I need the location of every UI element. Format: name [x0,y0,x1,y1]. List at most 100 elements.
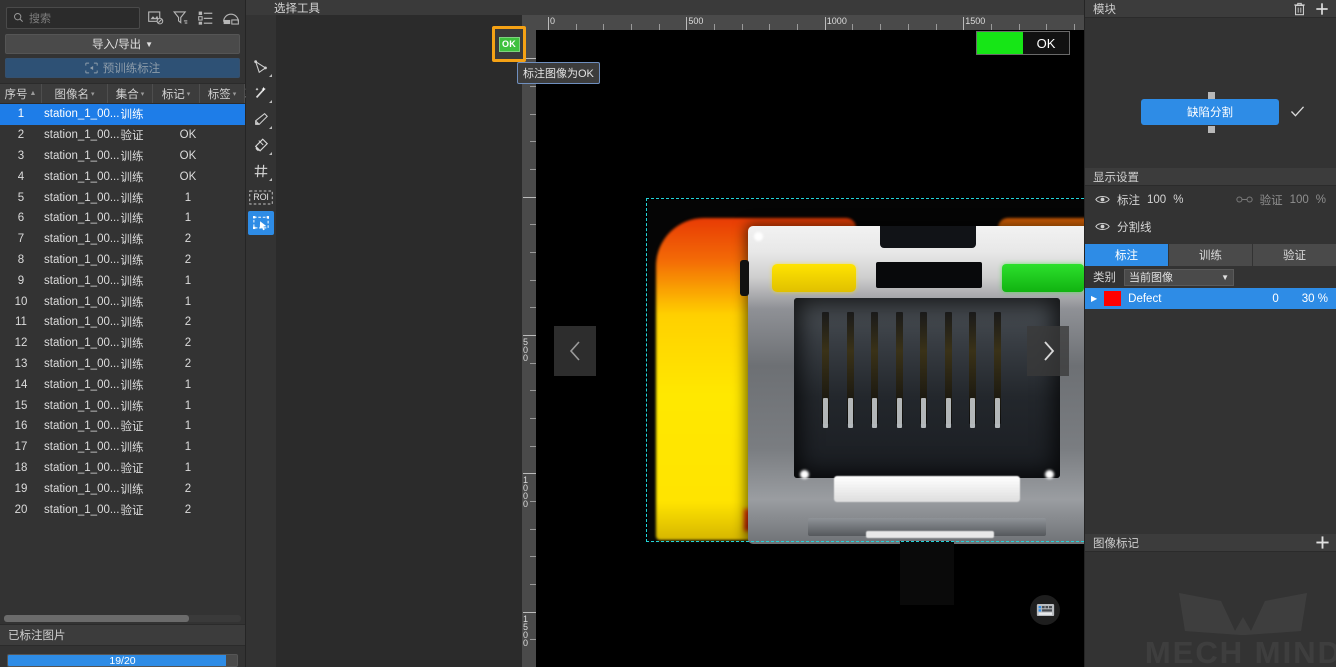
ruler-label: 500 [523,337,529,363]
table-row[interactable]: 13 station_1_00... 训练 2 [0,354,245,375]
row-image-name: station_1_00... [44,337,120,350]
table-row[interactable]: 4 station_1_00... 训练 OK [0,166,245,187]
row-mark: 1 [184,378,192,391]
grid-tool[interactable] [248,159,274,183]
ruler-label: 500 [688,16,704,26]
canvas-area: 选择工具 ROI OK 标注图像为OK 0 500 1000 1500 500 … [246,0,1084,667]
row-image-name: station_1_00... [44,295,120,308]
defect-list-item[interactable]: ▶ Defect 0 30 % [1085,288,1336,309]
polygon-tool[interactable] [248,55,274,79]
layout-view-icon[interactable] [221,8,240,27]
validation-opacity-value[interactable]: 100 [1290,194,1309,206]
next-image-button[interactable] [1027,326,1069,376]
plus-icon[interactable] [1314,535,1330,551]
ruler-major-tick [824,17,826,30]
module-graph-area[interactable]: 缺陷分割 [1085,18,1336,168]
image-pin-highlight [872,398,877,428]
table-row[interactable]: 9 station_1_00... 训练 1 [0,270,245,291]
image-filter-icon[interactable] [146,8,165,27]
eye-icon[interactable] [1095,194,1110,205]
row-tag [211,166,245,187]
image-viewport[interactable]: OK [536,30,1084,667]
magic-wand-tool[interactable] [248,81,274,105]
import-export-button[interactable]: 导入/导出 ▼ [5,34,240,54]
search-input[interactable]: 搜索 [6,6,140,29]
table-row[interactable]: 11 station_1_00... 训练 2 [0,312,245,333]
select-tool[interactable] [248,211,274,235]
category-select[interactable]: 当前图像 ▼ [1124,268,1234,286]
table-row[interactable]: 1 station_1_00... 训练 [0,104,245,125]
row-tag [211,250,245,271]
column-header-set[interactable]: 集合 ▾ [108,84,153,103]
table-row[interactable]: 8 station_1_00... 训练 2 [0,250,245,271]
column-header-imagename[interactable]: 图像名 ▾ [42,84,108,103]
row-mark: 1 [184,274,192,287]
image-table-body[interactable]: 1 station_1_00... 训练 2 station_1_00... 验证 OK 3 s… [0,104,245,612]
plus-icon[interactable] [1314,1,1330,17]
tab-training[interactable]: 训练 [1169,244,1253,266]
module-node-handle-top[interactable] [1208,92,1215,99]
image-pin-highlight [921,398,926,428]
tab-annotation[interactable]: 标注 [1085,244,1169,266]
keyboard-shortcuts-button[interactable] [1030,595,1060,625]
table-row[interactable]: 6 station_1_00... 训练 1 [0,208,245,229]
table-row[interactable]: 16 station_1_00... 验证 1 [0,416,245,437]
row-image-name: station_1_00... [44,129,120,142]
table-row[interactable]: 5 station_1_00... 训练 1 [0,187,245,208]
mech-mind-logo-icon [1179,593,1308,635]
roi-tool[interactable]: ROI [248,185,274,209]
table-row[interactable]: 15 station_1_00... 训练 1 [0,395,245,416]
table-row[interactable]: 2 station_1_00... 验证 OK [0,125,245,146]
module-panel-title: 模块 [1093,3,1116,16]
module-node-handle-bottom[interactable] [1208,126,1215,133]
table-row[interactable]: 12 station_1_00... 训练 2 [0,333,245,354]
annotation-toolbar: ROI [246,15,276,667]
image-table-hscrollbar[interactable] [0,612,245,624]
ruler-label: 1000 [826,16,847,26]
row-set: 训练 [120,317,144,330]
expand-triangle-icon[interactable]: ▶ [1091,294,1097,303]
row-tag [211,478,245,499]
row-set: 训练 [120,400,144,413]
trash-icon[interactable] [1291,1,1307,17]
table-row[interactable]: 10 station_1_00... 训练 1 [0,291,245,312]
image-top-notch [880,226,976,248]
column-header-mark[interactable]: 标记 ▾ [153,84,200,103]
column-header-index[interactable]: 序号 ▲ [0,84,42,103]
tab-validation[interactable]: 验证 [1253,244,1336,266]
funnel-filter-icon[interactable] [171,8,190,27]
link-icon[interactable] [1235,195,1253,204]
annotation-opacity-unit: % [1173,193,1184,206]
list-view-icon[interactable] [196,8,215,27]
defect-color-swatch[interactable] [1104,291,1122,306]
image-dark-slot [876,262,982,288]
hscroll-track[interactable] [4,614,241,622]
roi-label: ROI [253,192,269,202]
table-row[interactable]: 14 station_1_00... 训练 1 [0,374,245,395]
row-tag [211,458,245,479]
eraser-tool[interactable] [248,133,274,157]
image-mark-header: 图像标记 [1085,534,1336,552]
row-index: 5 [17,191,25,204]
brush-tool[interactable] [248,107,274,131]
label-ok-tool[interactable]: OK [492,26,526,62]
row-image-name: station_1_00... [44,274,120,287]
eye-icon[interactable] [1095,221,1110,232]
annotation-opacity-value[interactable]: 100 [1147,194,1166,206]
image-specular-lowleft [800,470,809,479]
table-row[interactable]: 7 station_1_00... 训练 2 [0,229,245,250]
table-row[interactable]: 19 station_1_00... 训练 2 [0,478,245,499]
table-row[interactable]: 17 station_1_00... 训练 1 [0,437,245,458]
defect-count: 0 [1272,292,1279,305]
hscroll-thumb[interactable] [4,614,189,622]
previous-image-button[interactable] [554,326,596,376]
table-row[interactable]: 18 station_1_00... 验证 1 [0,458,245,479]
module-node-defect-segmentation[interactable]: 缺陷分割 [1141,99,1279,125]
table-row[interactable]: 3 station_1_00... 训练 OK [0,146,245,167]
row-set: 验证 [120,462,144,475]
column-header-tag[interactable]: 标签 ▾ [200,84,245,103]
pretrain-annotation-button[interactable]: 预训练标注 [5,58,240,78]
row-tag [211,416,245,437]
annotated-image [648,200,1084,605]
table-row[interactable]: 20 station_1_00... 验证 2 [0,499,245,520]
